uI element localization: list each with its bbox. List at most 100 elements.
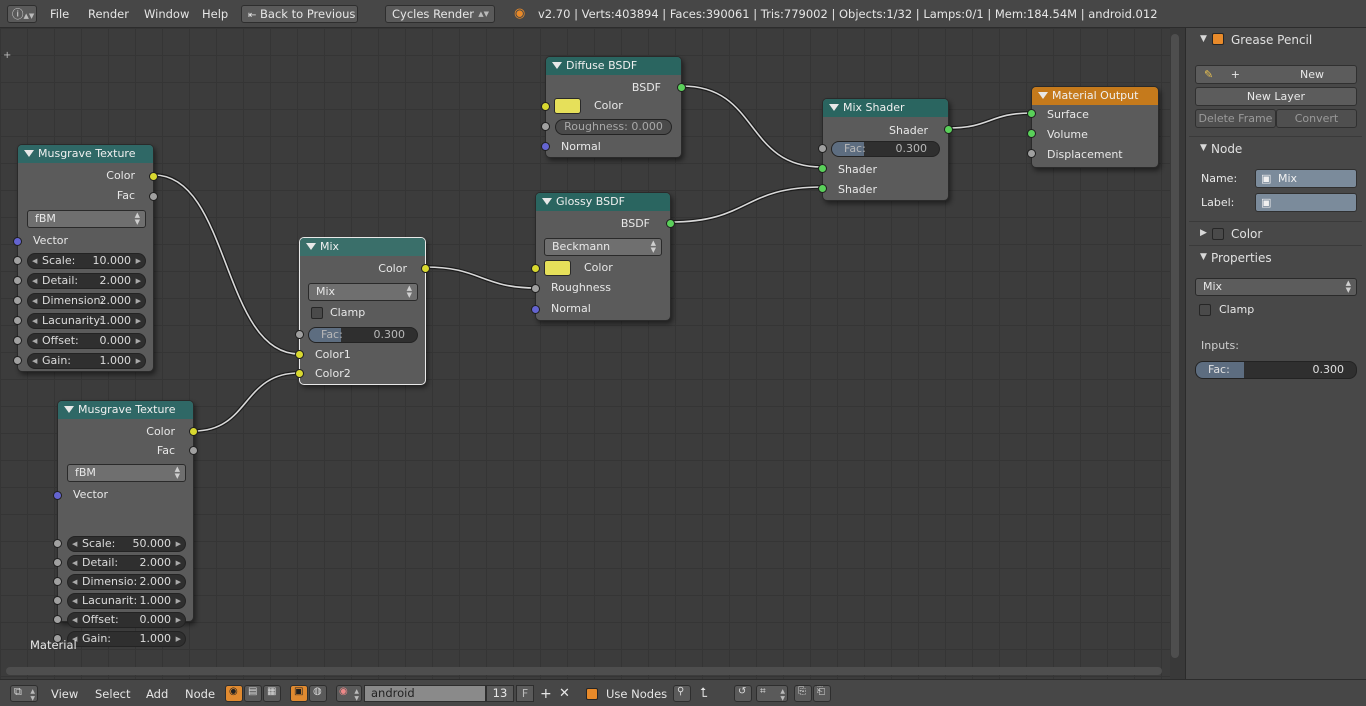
input-color1-socket[interactable] <box>295 350 304 359</box>
output-fac-socket[interactable] <box>149 192 158 201</box>
input-socket[interactable] <box>53 558 62 567</box>
number-field[interactable]: ◀ Offset: 0.000 ▶ <box>27 333 146 349</box>
new-layer-button[interactable]: New Layer <box>1195 87 1357 106</box>
color-panel-header[interactable]: Color <box>1231 225 1262 243</box>
pin-icon[interactable]: ⚲ <box>673 685 691 702</box>
output-color-socket[interactable] <box>149 172 158 181</box>
grease-pencil-header[interactable]: Grease Pencil <box>1231 31 1312 49</box>
increment-arrow-icon[interactable]: ▶ <box>176 575 181 589</box>
decrement-arrow-icon[interactable]: ◀ <box>32 334 37 348</box>
world-shader-icon[interactable]: ◍ <box>309 685 327 702</box>
decrement-arrow-icon[interactable]: ◀ <box>32 294 37 308</box>
grease-pencil-checkbox[interactable] <box>1212 33 1224 45</box>
horizontal-scrollbar[interactable] <box>6 667 1162 675</box>
increment-arrow-icon[interactable]: ▶ <box>176 613 181 627</box>
node-panel-header[interactable]: Node <box>1211 140 1242 158</box>
input-socket[interactable] <box>53 596 62 605</box>
render-engine-select[interactable]: Cycles Render ▲▼ <box>385 5 495 23</box>
menu-window[interactable]: Window <box>144 5 189 23</box>
increment-arrow-icon[interactable]: ▶ <box>136 354 141 368</box>
material-browse-icon[interactable]: ◉ ▲ ▼ <box>336 685 362 702</box>
increment-arrow-icon[interactable]: ▶ <box>176 556 181 570</box>
decrement-arrow-icon[interactable]: ◀ <box>32 354 37 368</box>
menu-help[interactable]: Help <box>202 5 228 23</box>
input-shader2-socket[interactable] <box>818 184 827 193</box>
roughness-field[interactable]: Roughness: 0.000 <box>555 119 672 135</box>
musgrave-texture-node-1[interactable]: Musgrave Texture Color Fac fBM ▲ ▼ Vector … <box>13 144 158 372</box>
input-socket[interactable] <box>13 296 22 305</box>
properties-panel-header[interactable]: Properties <box>1211 249 1272 267</box>
editor-type-icon[interactable]: ⧉ ▲ ▼ <box>10 685 38 702</box>
increment-arrow-icon[interactable]: ▶ <box>136 294 141 308</box>
output-color-socket[interactable] <box>421 264 430 273</box>
input-socket[interactable] <box>53 615 62 624</box>
node-header[interactable]: Glossy BSDF <box>536 193 670 211</box>
input-vector-socket[interactable] <box>53 491 62 500</box>
menu-add[interactable]: Add <box>146 686 168 702</box>
musgrave-type-select[interactable]: fBM ▲ ▼ <box>67 464 186 482</box>
number-field[interactable]: ◀ Dimension: 2.000 ▶ <box>27 293 146 309</box>
increment-arrow-icon[interactable]: ▶ <box>136 254 141 268</box>
decrement-arrow-icon[interactable]: ◀ <box>72 613 77 627</box>
increment-arrow-icon[interactable]: ▶ <box>176 537 181 551</box>
input-socket[interactable] <box>53 577 62 586</box>
blend-mode-select[interactable]: Mix ▲ ▼ <box>1195 278 1357 296</box>
number-field[interactable]: ◀ Lacunarity: 1.000 ▶ <box>27 313 146 329</box>
number-field[interactable]: ◀ Scale: 50.000 ▶ <box>67 536 186 552</box>
snap-element-icon[interactable]: ⌗ ▲ ▼ <box>756 685 788 702</box>
color-swatch[interactable] <box>544 260 571 276</box>
menu-view[interactable]: View <box>51 686 78 702</box>
delete-frame-button[interactable]: Delete Frame <box>1195 109 1276 128</box>
menu-render[interactable]: Render <box>88 5 129 23</box>
node-editor-canvas[interactable]: + Musgrave Texture Color Fac fBM ▲ ▼ Vecto… <box>0 28 1170 679</box>
compositing-nodes-icon[interactable]: ▤ <box>244 685 262 702</box>
input-socket[interactable] <box>13 276 22 285</box>
material-output-node[interactable]: Material Output Surface Volume Displacem… <box>1027 86 1159 168</box>
grease-pencil-new-button[interactable]: ✎ + New <box>1195 65 1357 84</box>
decrement-arrow-icon[interactable]: ◀ <box>32 274 37 288</box>
vertical-scrollbar[interactable] <box>1171 34 1179 658</box>
input-color-socket[interactable] <box>531 264 540 273</box>
musgrave-type-select[interactable]: fBM ▲ ▼ <box>27 210 146 228</box>
use-nodes-checkbox[interactable] <box>586 688 598 700</box>
input-volume-socket[interactable] <box>1027 129 1036 138</box>
number-field[interactable]: ◀ Gain: 1.000 ▶ <box>67 631 186 647</box>
back-to-previous-button[interactable]: ⇤ Back to Previous <box>241 5 358 23</box>
fake-user-button[interactable]: F <box>516 685 534 702</box>
input-socket[interactable] <box>13 356 22 365</box>
menu-file[interactable]: File <box>50 5 69 23</box>
number-field[interactable]: ◀ Detail: 2.000 ▶ <box>67 555 186 571</box>
copy-nodes-icon[interactable]: ⎘ <box>794 685 812 702</box>
output-fac-socket[interactable] <box>189 446 198 455</box>
increment-arrow-icon[interactable]: ▶ <box>176 632 181 646</box>
collapse-triangle-icon[interactable]: ▼ <box>1200 34 1207 44</box>
input-vector-socket[interactable] <box>13 237 22 246</box>
menu-node[interactable]: Node <box>185 686 215 702</box>
blend-mode-select[interactable]: Mix ▲ ▼ <box>308 283 418 301</box>
input-shader1-socket[interactable] <box>818 164 827 173</box>
unlink-material-icon[interactable]: ✕ <box>559 686 570 702</box>
glossy-bsdf-node[interactable]: Glossy BSDF BSDF Beckmann ▲ ▼ Color Roughn… <box>531 192 675 321</box>
expand-triangle-icon[interactable]: ▶ <box>1200 228 1207 238</box>
material-name-field[interactable]: android <box>364 685 486 702</box>
convert-button[interactable]: Convert <box>1276 109 1357 128</box>
input-socket[interactable] <box>13 336 22 345</box>
input-roughness-socket[interactable] <box>541 122 550 131</box>
user-count[interactable]: 13 <box>486 685 514 702</box>
output-color-socket[interactable] <box>189 427 198 436</box>
parent-tree-icon[interactable]: ⮤ <box>700 686 708 702</box>
number-field[interactable]: ◀ Dimensio: 2.000 ▶ <box>67 574 186 590</box>
node-header[interactable]: Diffuse BSDF <box>546 57 681 75</box>
number-field[interactable]: ◀ Lacunarit: 1.000 ▶ <box>67 593 186 609</box>
node-header[interactable]: Mix <box>300 238 425 256</box>
number-field[interactable]: ◀ Detail: 2.000 ▶ <box>27 273 146 289</box>
object-shader-icon[interactable]: ▣ <box>290 685 308 702</box>
increment-arrow-icon[interactable]: ▶ <box>136 274 141 288</box>
output-bsdf-socket[interactable] <box>666 219 675 228</box>
sidebar-fac-slider[interactable]: Fac: 0.300 <box>1195 361 1357 379</box>
number-field[interactable]: ◀ Scale: 10.000 ▶ <box>27 253 146 269</box>
node-name-field[interactable]: ▣ Mix <box>1255 169 1357 188</box>
mix-rgb-node[interactable]: Mix Color Mix ▲ ▼ Clamp Fac: 0.300 Color1 C… <box>295 237 430 385</box>
input-socket[interactable] <box>13 256 22 265</box>
decrement-arrow-icon[interactable]: ◀ <box>72 575 77 589</box>
